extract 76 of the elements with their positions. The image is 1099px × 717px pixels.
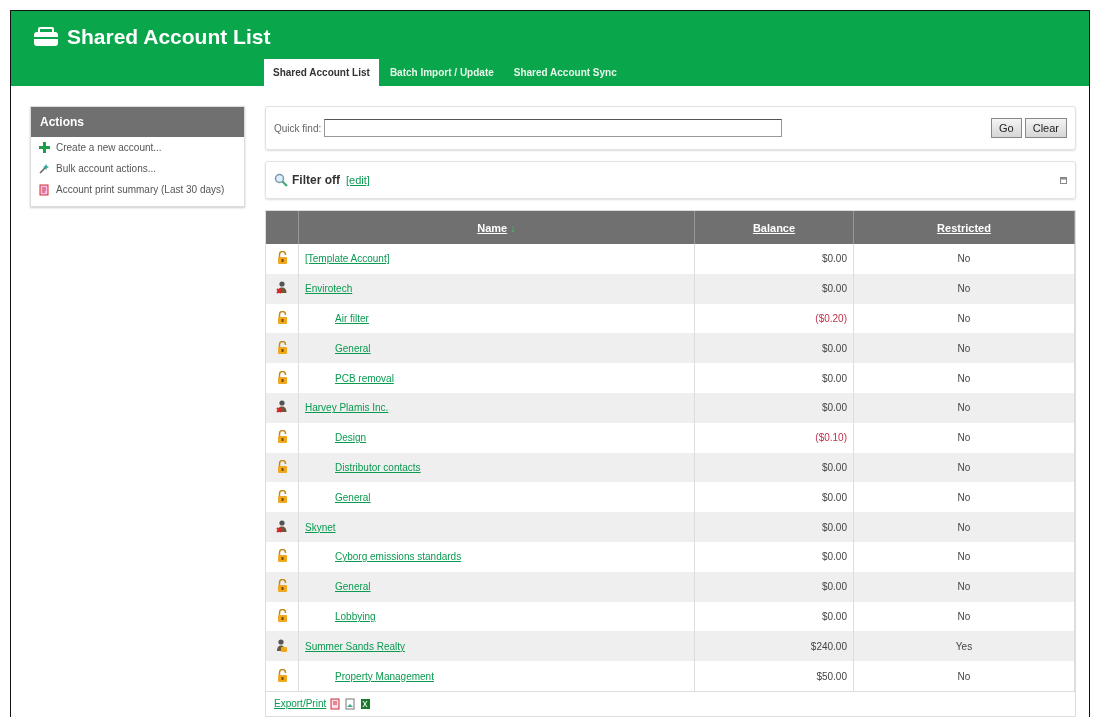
restricted-cell: No [853,422,1075,453]
account-link[interactable]: General [335,491,371,503]
edit-link[interactable]: [edit] [346,174,370,186]
action-link[interactable]: Bulk account actions... [31,158,244,179]
sort-arrow-icon: ↓ [510,221,516,234]
padlock-icon [276,579,288,593]
padlock-icon [276,340,288,354]
document-icon [39,184,50,196]
account-link[interactable]: Skynet [305,521,336,533]
action-link[interactable]: Create a new account... [31,137,244,158]
balance-cell: $0.00 [694,512,854,542]
restricted-cell: No [853,541,1075,572]
tab[interactable]: Batch Import / Update [380,59,503,86]
quick-find-field[interactable] [324,119,783,137]
padlock-icon [276,430,288,444]
balance-cell: $0.00 [694,541,854,572]
account-link[interactable]: Property Management [335,670,434,682]
sort-link[interactable]: Restricted [937,221,991,234]
restricted-cell: No [853,512,1075,542]
balance-cell: $0.00 [694,273,854,304]
spreadsheet-icon [360,697,372,710]
padlock-icon [276,668,288,682]
account-link[interactable]: General [335,342,371,354]
briefcase-icon [33,27,59,47]
account-link[interactable]: Design [335,432,367,444]
page-title: Shared Account List [67,25,271,49]
account-link[interactable]: Lobbying [335,610,376,622]
wand-icon [39,163,50,174]
clear-button[interactable]: Clear [1024,118,1067,138]
padlock-icon [276,459,288,473]
person-disabled-icon [276,400,288,414]
account-link[interactable]: Distributor contacts [335,461,421,473]
padlock-icon [276,370,288,384]
go-button[interactable]: Go [991,118,1022,138]
pdf-icon [330,697,342,710]
plus-icon [39,142,50,153]
balance-cell: $50.00 [694,661,854,691]
tab[interactable]: Shared Account List [264,59,379,86]
field-label: Quick find: [274,122,322,134]
balance-cell: $0.00 [694,393,854,423]
balance-cell: ($0.10) [694,422,854,453]
filter-status: Filter off [292,173,340,187]
person-disabled-icon [276,281,288,295]
image-icon [345,697,357,710]
balance-cell: $0.00 [694,363,854,393]
search-icon [274,173,288,187]
padlock-icon [276,489,288,503]
account-link[interactable]: Cyborg emissions standards [335,551,462,563]
panel-title: Actions [31,107,244,137]
account-link[interactable]: [Template Account] [305,253,390,265]
restricted-cell: No [853,661,1075,691]
restricted-cell: No [853,571,1075,602]
collapse-icon [1060,176,1067,184]
padlock-icon [276,549,288,563]
account-link[interactable]: Harvey Plamis Inc. [305,402,389,414]
padlock-icon [276,608,288,622]
balance-cell: $0.00 [694,571,854,602]
account-link[interactable]: PCB removal [335,372,394,384]
person-disabled-icon [276,519,288,533]
person-padlock-icon [276,638,288,652]
sort-link[interactable]: Name [477,221,508,234]
restricted-cell: No [853,273,1075,304]
account-link[interactable]: General [335,581,371,593]
account-link[interactable]: Envirotech [305,283,353,295]
padlock-icon [276,311,288,324]
balance-cell: $0.00 [694,244,854,274]
restricted-cell: No [853,244,1075,274]
tab[interactable]: Shared Account Sync [504,59,626,86]
export-link[interactable]: Export/Print [274,698,327,710]
restricted-cell: No [853,363,1075,393]
restricted-cell: No [853,393,1075,423]
account-link[interactable]: Summer Sands Realty [305,640,406,652]
account-link[interactable]: Air filter [335,313,369,324]
sort-link[interactable]: Balance [752,221,796,234]
padlock-icon [276,251,288,265]
action-link[interactable]: Account print summary (Last 30 days) [31,179,244,200]
